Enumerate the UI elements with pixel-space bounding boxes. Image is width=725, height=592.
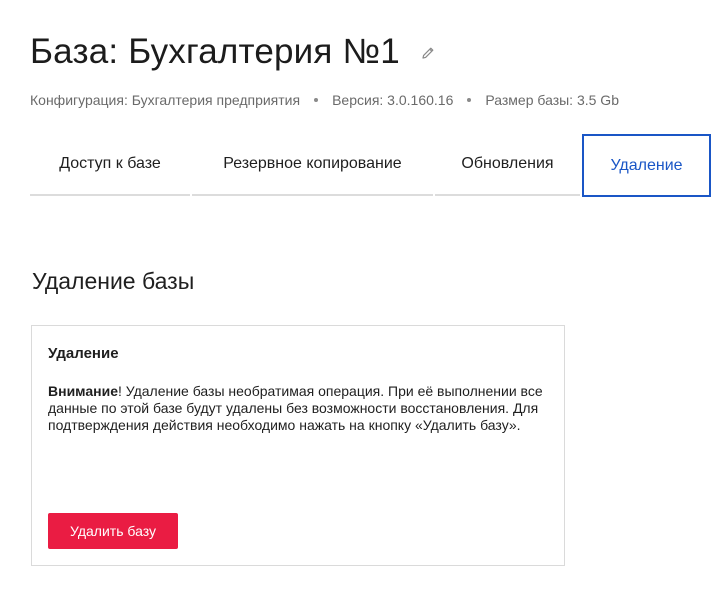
separator-dot bbox=[314, 98, 319, 102]
page-title: База: Бухгалтерия №1 bbox=[30, 32, 400, 71]
meta-size: Размер базы: 3.5 Gb bbox=[485, 92, 619, 108]
title-row: База: Бухгалтерия №1 bbox=[30, 28, 436, 76]
separator-dot bbox=[467, 98, 472, 102]
tab-backup[interactable]: Резервное копирование bbox=[192, 134, 433, 196]
tab-access[interactable]: Доступ к базе bbox=[30, 134, 190, 196]
tab-bar: Доступ к базе Резервное копирование Обно… bbox=[30, 134, 711, 198]
pencil-icon[interactable] bbox=[420, 45, 436, 61]
base-meta: Конфигурация: Бухгалтерия предприятия Ве… bbox=[30, 92, 619, 108]
tab-delete[interactable]: Удаление bbox=[582, 134, 711, 197]
meta-configuration: Конфигурация: Бухгалтерия предприятия bbox=[30, 92, 301, 108]
warning-text: Внимание! Удаление базы необратимая опер… bbox=[48, 383, 548, 434]
delete-card: Удаление Внимание! Удаление базы необрат… bbox=[31, 325, 565, 566]
tab-updates[interactable]: Обновления bbox=[435, 134, 580, 196]
section-title: Удаление базы bbox=[32, 268, 195, 294]
warning-body: ! Удаление базы необратимая операция. Пр… bbox=[48, 383, 543, 433]
meta-version: Версия: 3.0.160.16 bbox=[332, 92, 454, 108]
warning-label: Внимание bbox=[48, 383, 118, 399]
page: База: Бухгалтерия №1 Конфигурация: Бухга… bbox=[0, 0, 725, 592]
card-title: Удаление bbox=[48, 345, 119, 362]
delete-base-button[interactable]: Удалить базу bbox=[48, 513, 178, 549]
